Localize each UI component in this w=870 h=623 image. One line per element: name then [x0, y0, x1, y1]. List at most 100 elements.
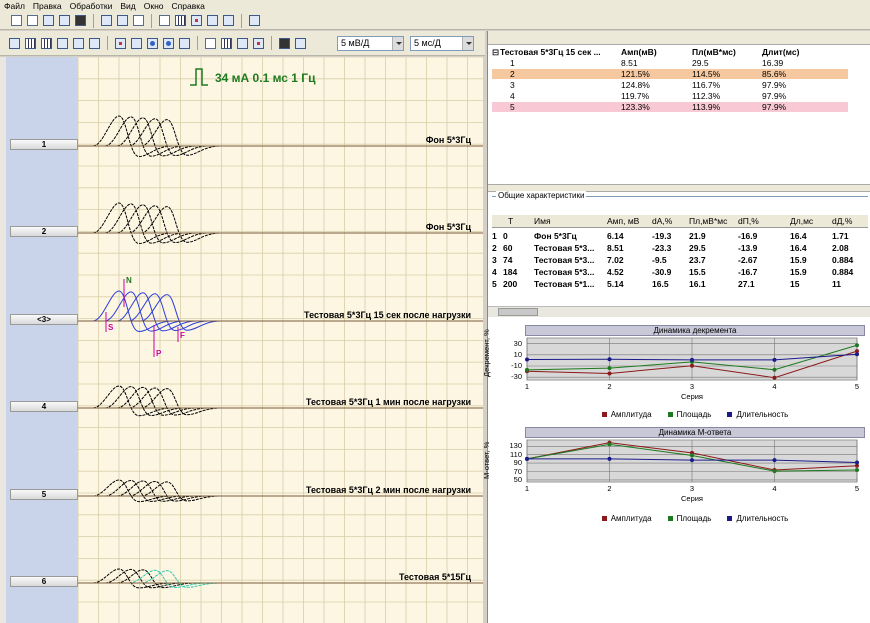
menu-window[interactable]: Окно [140, 0, 168, 12]
table-row[interactable]: 1 8.51 29.5 16.39 [492, 58, 848, 68]
arrow-down-icon[interactable] [130, 37, 143, 50]
menu-edit[interactable]: Правка [29, 0, 66, 12]
x-tick-label: 1 [525, 484, 529, 493]
cell-area: 112.3% [692, 91, 721, 101]
record-icon[interactable] [146, 37, 159, 50]
open-folder-icon[interactable] [58, 14, 71, 27]
new-file-icon[interactable] [10, 14, 23, 27]
table-row[interactable]: 3 74 Тестовая 5*3... 7.02 -9.5 23.7 -2.67 15.9 0… [492, 254, 868, 266]
chevron-down-icon[interactable] [392, 37, 403, 50]
channel-button-4[interactable]: 4 [10, 401, 78, 412]
menu-view[interactable]: Вид [116, 0, 139, 12]
clear-icon[interactable] [252, 37, 265, 50]
table-row[interactable]: 5 123.3% 113.9% 97.9% [492, 102, 848, 112]
channel-label-5: Тестовая 5*3Гц 2 мин после нагрузки [306, 485, 471, 495]
column-header[interactable]: dД,% [832, 215, 852, 228]
data-point [607, 357, 612, 362]
m-response-chart-ylabel: М-ответ, % [482, 441, 491, 479]
table-row[interactable]: 4 119.7% 112.3% 97.9% [492, 91, 848, 101]
column-header[interactable]: dП,% [738, 215, 759, 228]
main-toolbar [0, 12, 870, 30]
table-row[interactable]: 5 200 Тестовая 5*1... 5.14 16.5 16.1 27.1 15 11 [492, 278, 868, 290]
channel-button-2[interactable]: 2 [10, 226, 78, 237]
x-tick-label: 4 [772, 484, 776, 493]
table-view-icon[interactable] [220, 37, 233, 50]
table-cell: 16.5 [652, 279, 669, 289]
tools-icon[interactable] [116, 14, 129, 27]
database-icon[interactable] [42, 14, 55, 27]
column-header[interactable]: Амп, мВ [607, 215, 639, 228]
marker-n: N [126, 276, 132, 285]
edit-icon[interactable] [158, 14, 171, 27]
zoom-in-icon[interactable] [56, 37, 69, 50]
play-icon[interactable] [162, 37, 175, 50]
sensitivity-select[interactable]: 5 мВ/Д [337, 36, 404, 51]
legend-item-dur: Длительность [727, 514, 788, 523]
cell-amp: 119.7% [621, 91, 650, 101]
column-header[interactable]: Дл,мс [790, 215, 813, 228]
collapse-icon[interactable]: ⊟ [492, 47, 499, 57]
zoom-fit-icon[interactable] [88, 37, 101, 50]
table-cell: 2 [492, 243, 497, 253]
x-tick-label: 2 [607, 382, 611, 391]
sweep-select[interactable]: 5 мс/Д [410, 36, 474, 51]
gear-icon[interactable] [222, 14, 235, 27]
horizontal-scrollbar[interactable] [488, 306, 870, 317]
decrement-chart-ylabel: Декремент, % [482, 329, 491, 377]
column-header[interactable]: dA,% [652, 215, 672, 228]
menu-bar: Файл Правка Обработки Вид Окно Справка [0, 0, 870, 12]
column-header[interactable]: Пл,мВ*мс [689, 215, 727, 228]
table-cell: 4.52 [607, 267, 624, 277]
table-cell: 1 [492, 231, 497, 241]
menu-help[interactable]: Справка [168, 0, 209, 12]
channel-button-3[interactable]: <3> [10, 314, 78, 325]
table-cell: -23.3 [652, 243, 672, 253]
report-icon[interactable] [132, 14, 145, 27]
menu-processing[interactable]: Обработки [66, 0, 117, 12]
x-axis-label: Серия [681, 392, 703, 401]
table-row[interactable]: 3 124.8% 116.7% 97.9% [492, 80, 848, 90]
table-cell: 11 [832, 279, 841, 289]
marker-icon[interactable] [114, 37, 127, 50]
table-row[interactable]: 2 60 Тестовая 5*3... 8.51 -23.3 29.5 -13.9 16.4… [492, 242, 868, 254]
overlay-icon[interactable] [294, 37, 307, 50]
delete-icon[interactable] [190, 14, 203, 27]
align-icon[interactable] [8, 37, 21, 50]
table-row[interactable]: 4 184 Тестовая 5*3... 4.52 -30.9 15.5 -16.7 15.… [492, 266, 868, 278]
network-icon[interactable] [248, 14, 261, 27]
table-row[interactable]: 2 121.5% 114.5% 85.6% [492, 69, 848, 79]
table-cell: 23.7 [689, 255, 706, 265]
toolbar-separator [271, 36, 272, 50]
data-point [607, 442, 612, 447]
column-header[interactable]: T [508, 215, 513, 228]
grid-icon[interactable] [40, 37, 53, 50]
channel-button-6[interactable]: 6 [10, 576, 78, 587]
trace-canvas[interactable]: 34 мА 0.1 мс 1 Гц N S F P Фон 5*3Гц Фон … [78, 57, 483, 623]
row-number: 5 [510, 102, 515, 112]
channel-label-6: Тестовая 5*15Гц [399, 572, 472, 582]
chevron-down-icon[interactable] [462, 37, 473, 50]
table-cell: Тестовая 5*1... [534, 279, 595, 289]
zoom-out-icon[interactable] [72, 37, 85, 50]
wave-icon[interactable] [236, 37, 249, 50]
star-icon[interactable] [206, 14, 219, 27]
print-icon[interactable] [74, 14, 87, 27]
channel-button-5[interactable]: 5 [10, 489, 78, 500]
column-header[interactable]: Имя [534, 215, 551, 228]
scroll-thumb[interactable] [498, 308, 538, 316]
x-tick-label: 5 [855, 484, 859, 493]
calendar-icon[interactable] [204, 37, 217, 50]
columns-icon[interactable] [24, 37, 37, 50]
frame-icon[interactable] [278, 37, 291, 50]
settings-icon[interactable] [100, 14, 113, 27]
copy-icon[interactable] [26, 14, 39, 27]
y-tick-label: -30 [511, 372, 522, 382]
data-point [855, 468, 859, 473]
channel-button-1[interactable]: 1 [10, 139, 78, 150]
x-tick-label: 4 [772, 382, 776, 391]
table-icon[interactable] [174, 14, 187, 27]
stop-icon[interactable] [178, 37, 191, 50]
menu-file[interactable]: Файл [0, 0, 29, 12]
table-row[interactable]: 1 0 Фон 5*3Гц 6.14 -19.3 21.9 -16.9 16.4 1.71 [492, 230, 868, 242]
data-point [772, 357, 777, 362]
